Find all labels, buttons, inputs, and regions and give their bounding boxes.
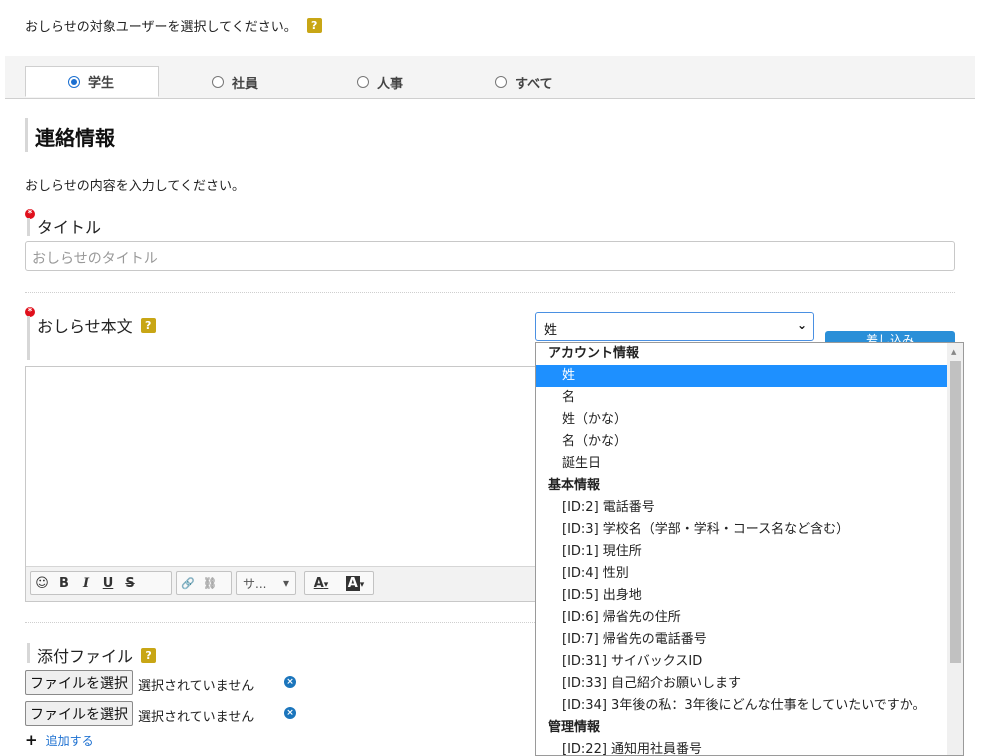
dropdown-option[interactable]: [ID:3] 学校名（学部・学科・コース名など含む） (536, 519, 947, 541)
section-description: おしらせの内容を入力してください。 (25, 179, 245, 194)
remove-file-icon[interactable]: × (284, 707, 296, 719)
bold-button[interactable]: B (53, 576, 75, 591)
unlink-icon: ⛓ (203, 576, 217, 590)
font-size-label: サ... (243, 576, 267, 591)
dropdown-option[interactable]: [ID:7] 帰省先の電話番号 (536, 629, 947, 651)
file-status: 選択されていません (138, 679, 255, 694)
label-bar (27, 316, 30, 360)
chevron-down-icon: ▾ (323, 579, 329, 590)
rich-text-editor[interactable]: ☺ B I U S 🔗 ⛓ サ... ▾ A▾ A ▾ (25, 366, 565, 602)
help-icon[interactable]: ? (141, 647, 157, 663)
editor-toolbar: ☺ B I U S 🔗 ⛓ サ... ▾ A▾ A ▾ (26, 566, 564, 601)
divider (25, 292, 955, 293)
radio-icon[interactable] (68, 75, 80, 88)
add-attachment-label: 追加する (45, 733, 94, 748)
label-bar (27, 643, 30, 663)
dropdown-option[interactable]: [ID:2] 電話番号 (536, 497, 947, 519)
tab-label: 学生 (88, 76, 115, 91)
chevron-down-icon: ⌄ (796, 318, 807, 332)
scroll-up-icon[interactable]: ▲ (951, 348, 956, 356)
tab-label: すべて (515, 76, 553, 92)
tab-all[interactable]: すべて (495, 66, 553, 98)
add-attachment-link[interactable]: + 追加する (25, 731, 94, 749)
dropdown-option[interactable]: [ID:34] 3年後の私：3年後にどんな仕事をしていたいですか。 (536, 695, 947, 717)
dropdown-option[interactable]: 名（かな） (536, 431, 947, 453)
dropdown-option[interactable]: [ID:1] 現住所 (536, 541, 947, 563)
remove-file-icon[interactable]: × (284, 676, 296, 688)
dropdown-option[interactable]: [ID:31] サイバックスID (536, 651, 947, 673)
dropdown-option[interactable]: [ID:22] 通知用社員番号 (536, 739, 947, 755)
format-group: ☺ B I U S (30, 571, 172, 595)
divider (25, 622, 535, 623)
insert-field-select[interactable]: 姓 ⌄ (535, 312, 814, 341)
select-value: 姓 (544, 323, 558, 338)
dropdown-group-label: 管理情報 (548, 720, 601, 735)
body-label-row: おしらせ本文 ? (37, 313, 156, 337)
chevron-down-icon: ▾ (282, 576, 289, 590)
dropdown-option[interactable]: [ID:5] 出身地 (536, 585, 947, 607)
insert-field-dropdown[interactable]: アカウント情報姓名姓（かな） 名（かな） 誕生日 基本情報 [ID:2] 電話番号 [ID… (535, 342, 964, 756)
help-icon[interactable]: ? (306, 18, 322, 33)
font-color-icon[interactable]: A▾ (314, 576, 329, 591)
dropdown-option[interactable]: 名 (536, 387, 947, 409)
attachments-label-row: 添付ファイル ? (37, 643, 157, 667)
dropdown-option[interactable]: [ID:6] 帰省先の住所 (536, 607, 947, 629)
link-icon[interactable]: 🔗 (177, 577, 199, 590)
emoji-icon[interactable]: ☺ (31, 576, 53, 591)
file-status: 選択されていません (138, 710, 255, 725)
scrollbar-thumb[interactable] (950, 361, 961, 663)
bg-color-icon[interactable]: A ▾ (345, 575, 365, 591)
tab-label: 社員 (232, 76, 259, 92)
choose-file-button[interactable]: ファイルを選択 (25, 701, 133, 726)
bg-color-label: A (345, 575, 360, 591)
dropdown-option[interactable]: 姓 (536, 365, 947, 387)
page-title: 連絡情報 (35, 126, 115, 150)
tab-student[interactable]: 学生 (25, 66, 159, 97)
dropdown-option[interactable]: [ID:33] 自己紹介お願いします (536, 673, 947, 695)
body-label: おしらせ本文 (37, 317, 133, 336)
dropdown-group-label: アカウント情報 (548, 346, 640, 361)
tab-hr[interactable]: 人事 (357, 66, 403, 98)
dropdown-group-label: 基本情報 (548, 478, 601, 493)
help-icon[interactable]: ? (140, 317, 156, 333)
tab-employee[interactable]: 社員 (212, 66, 258, 98)
choose-file-button[interactable]: ファイルを選択 (25, 670, 133, 695)
heading-bar (25, 118, 28, 152)
link-group: 🔗 ⛓ (176, 571, 232, 595)
dropdown-option[interactable]: 姓（かな） (536, 409, 947, 431)
dropdown-options: アカウント情報姓名姓（かな） 名（かな） 誕生日 基本情報 [ID:2] 電話番号 [ID… (536, 343, 947, 755)
dropdown-option[interactable]: 誕生日 (536, 453, 947, 475)
color-group: A▾ A ▾ (304, 571, 374, 595)
font-color-label: A (313, 575, 324, 591)
tab-label: 人事 (377, 76, 404, 92)
intro-line: おしらせの対象ユーザーを選択してください。 ? (25, 16, 322, 35)
font-size-select[interactable]: サ... ▾ (236, 571, 296, 595)
title-label: タイトル (37, 218, 102, 237)
radio-icon[interactable] (495, 76, 507, 88)
attachments-label: 添付ファイル (37, 647, 134, 666)
italic-button[interactable]: I (75, 576, 97, 591)
chevron-down-icon: ▾ (359, 579, 365, 590)
radio-icon[interactable] (357, 76, 369, 88)
intro-text: おしらせの対象ユーザーを選択してください。 (25, 20, 297, 35)
radio-icon[interactable] (212, 76, 224, 88)
dropdown-scrollbar[interactable]: ▲ (947, 343, 963, 755)
strikethrough-button[interactable]: S (119, 576, 141, 591)
label-bar (27, 218, 30, 236)
user-type-tabs: 学生 社員 人事 すべて (5, 56, 975, 99)
underline-button[interactable]: U (97, 576, 119, 591)
title-input[interactable]: おしらせのタイトル (25, 241, 955, 271)
plus-icon: + (25, 731, 38, 749)
dropdown-option[interactable]: [ID:4] 性別 (536, 563, 947, 585)
